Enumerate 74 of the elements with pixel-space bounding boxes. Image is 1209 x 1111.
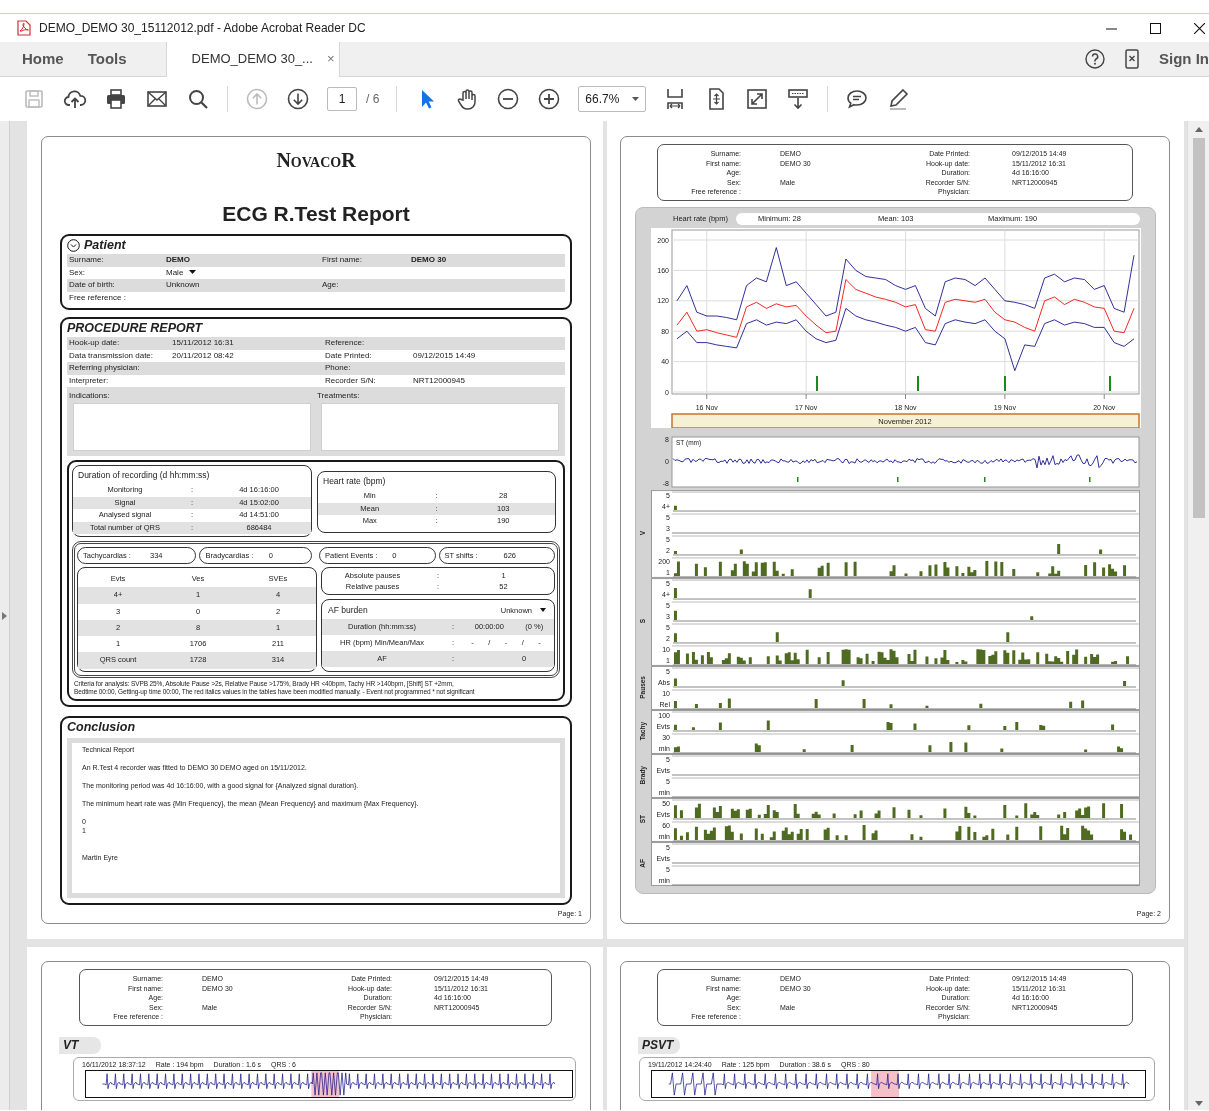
collapse-chevron-icon[interactable]	[67, 239, 80, 252]
box-title: Duration of recording (d hh:mm:ss)	[77, 469, 211, 482]
close-tab-button[interactable]: ×	[326, 51, 335, 67]
box-title: Heart rate (bpm)	[322, 475, 387, 488]
field-value: 15/11/2012 16:31	[172, 338, 234, 347]
event-marker	[1109, 375, 1111, 391]
field-label: Age:	[322, 280, 339, 289]
zoom-out-icon[interactable]	[496, 87, 521, 111]
field-label: Phone:	[325, 363, 351, 372]
field-label: Reference:	[325, 338, 365, 347]
full-screen-icon[interactable]	[745, 87, 770, 111]
field-value: 09/12/2015 14:49	[413, 350, 476, 360]
dropdown-caret-icon[interactable]	[189, 270, 197, 275]
section-title: PSVT	[638, 1036, 680, 1054]
page-count: / 6	[366, 91, 380, 108]
notes-field[interactable]	[321, 403, 559, 451]
field-label: First name:	[322, 255, 362, 264]
search-icon[interactable]	[186, 87, 210, 111]
event-marker	[797, 476, 799, 482]
field-value: DEMO	[166, 255, 190, 264]
comment-icon[interactable]	[845, 87, 870, 111]
document-tab[interactable]: DEMO_DEMO 30_... ×	[165, 41, 340, 77]
read-mode-icon[interactable]	[786, 87, 811, 111]
field-label: Hook-up date:	[69, 338, 120, 347]
section-title: Patient	[84, 237, 126, 254]
menu-tab[interactable]: Home	[10, 42, 76, 76]
field-label: Treatments:	[317, 390, 361, 402]
logo-text: NovacoR	[275, 148, 357, 173]
scroll-down-icon[interactable]	[1194, 1101, 1203, 1106]
report-title: ECG R.Test Report	[221, 202, 411, 226]
event-marker	[1089, 476, 1091, 482]
field-value: Unknown	[166, 280, 200, 289]
pdf-file-icon	[17, 20, 31, 36]
cloud-upload-icon[interactable]	[63, 87, 87, 111]
help-icon[interactable]	[1085, 49, 1105, 69]
expand-panel-icon[interactable]	[2, 611, 7, 620]
field-label: Free reference :	[69, 291, 127, 304]
zoom-in-icon[interactable]	[537, 87, 562, 111]
field-value: NRT12000945	[413, 375, 465, 385]
scroll-up-icon[interactable]	[1194, 127, 1203, 132]
section-title: Conclusion	[67, 718, 137, 736]
field-label: Data transmission date:	[69, 350, 154, 360]
notes-field[interactable]	[73, 403, 311, 451]
field-label: Surname:	[69, 254, 105, 266]
window-title: DEMO_DEMO 30_15112012.pdf - Adobe Acrobat Reader DC	[39, 20, 366, 37]
maximize-icon[interactable]	[1150, 22, 1161, 34]
menu-tab[interactable]: Tools	[75, 42, 139, 76]
print-icon[interactable]	[104, 87, 128, 111]
field-label: Referring physician:	[69, 363, 140, 372]
mobile-device-icon[interactable]	[1125, 49, 1139, 69]
zoom-dropdown[interactable]: 66.7%	[578, 86, 647, 112]
field-value: Male	[166, 267, 184, 277]
box-title: AF burden	[328, 604, 368, 617]
field-value: 20/11/2012 08:42	[172, 350, 234, 360]
field-label: Sex:	[69, 266, 86, 279]
event-marker	[816, 375, 818, 391]
field-label: Interpreter:	[69, 375, 109, 385]
section-title: VT	[59, 1036, 101, 1054]
event-marker	[897, 476, 899, 482]
field-value: DEMO 30	[411, 255, 447, 264]
page-number-field[interactable]: 1	[327, 87, 357, 111]
close-icon[interactable]	[1194, 22, 1205, 34]
field-label: Date Printed:	[325, 350, 372, 360]
sign-in-link[interactable]: Sign In	[1159, 47, 1209, 71]
event-marker	[917, 375, 919, 391]
field-label: Recorder S/N:	[325, 375, 376, 385]
field-label: Indications:	[69, 390, 111, 402]
scrollbar-thumb[interactable]	[1192, 138, 1205, 518]
caret-icon	[540, 608, 546, 613]
caret-icon	[632, 97, 640, 101]
section-title: PROCEDURE REPORT	[67, 320, 204, 337]
field-label: Date of birth:	[69, 279, 116, 291]
event-marker	[984, 476, 986, 482]
event-marker	[1004, 375, 1006, 391]
